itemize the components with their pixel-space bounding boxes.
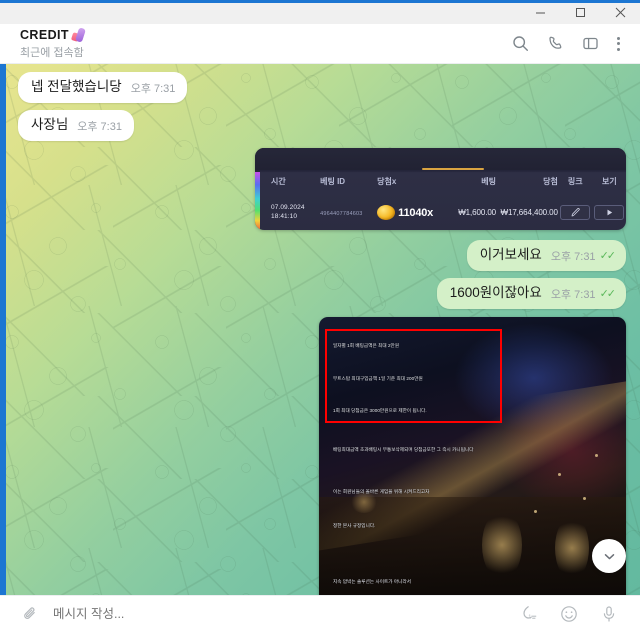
message-composer: 1 xyxy=(0,595,640,631)
photo-text-line: 이는 회원님들의 올바른 게임을 위해 시켜드리고자 xyxy=(333,488,430,494)
message-row: 넵 전달했습니당 오후 7:31 xyxy=(18,72,626,103)
window-close-button[interactable] xyxy=(600,0,640,24)
column-header-link: 링크 xyxy=(567,177,583,187)
message-list: 넵 전달했습니당 오후 7:31 사장님 오후 7:31 시간 베팅 ID 당첨… xyxy=(0,64,640,595)
photo-spark xyxy=(533,509,537,513)
message-time: 오후 7:31 xyxy=(550,250,596,263)
search-icon[interactable] xyxy=(512,35,529,52)
message-meta: 오후 7:31 ✓✓ xyxy=(550,286,617,302)
more-vertical-icon[interactable] xyxy=(617,36,620,51)
sidebar-toggle-icon[interactable] xyxy=(582,35,599,52)
credit-logo-icon xyxy=(70,26,88,43)
bet-table-header: 시간 베팅 ID 당첨x 베팅 당첨 링크 보기 xyxy=(255,170,626,194)
chevron-down-icon xyxy=(604,553,614,559)
message-bubble-incoming[interactable]: 사장님 오후 7:31 xyxy=(18,109,134,141)
column-header-multiplier: 당첨x xyxy=(377,177,397,187)
cell-multiplier: 11040x xyxy=(377,205,447,221)
message-time: 오후 7:31 xyxy=(77,120,122,133)
edit-pen-icon[interactable] xyxy=(560,205,591,221)
chat-title-row: CREDIT xyxy=(20,26,512,43)
cell-timestamp: 07.09.2024 18:41:10 xyxy=(255,204,320,222)
message-time: 오후 7:31 xyxy=(130,82,176,95)
column-header-win: 당첨 xyxy=(543,177,558,187)
bet-date: 07.09.2024 xyxy=(271,203,305,211)
message-row: 사장님 오후 7:31 xyxy=(18,109,626,141)
column-header-bet-id: 베팅 ID xyxy=(320,177,346,187)
photo-text-line: 지속 압박는 솔루션는 사이트가 아니라서 xyxy=(333,578,412,584)
message-bubble-incoming[interactable]: 넵 전달했습니당 오후 7:31 xyxy=(18,72,188,103)
phone-icon[interactable] xyxy=(547,35,564,52)
page-title: CREDIT xyxy=(20,27,69,42)
photo-attachment[interactable]: 일자별 1회 배팅금액은 최대 2만원 부트스탑 최대구입금액 1일 기준 최대… xyxy=(319,316,626,595)
left-accent-strip xyxy=(0,64,6,595)
multiplier-value: 11040x xyxy=(398,206,434,219)
play-icon[interactable] xyxy=(594,205,625,221)
message-bubble-outgoing[interactable]: 1600원이잖아요 오후 7:31 ✓✓ xyxy=(436,277,626,309)
message-meta: 오후 7:31 ✓✓ xyxy=(550,248,617,264)
chat-header-info[interactable]: CREDIT 최근에 접속함 xyxy=(0,26,512,60)
message-bubble-outgoing[interactable]: 이거보세요 오후 7:31 ✓✓ xyxy=(466,239,626,271)
cell-bet-amount: ₩1,600.00 xyxy=(458,208,497,218)
cell-view-action[interactable] xyxy=(593,205,626,221)
cell-win-amount: ₩17,664,400.00 xyxy=(500,208,558,218)
bet-id-value: 4964407784603 xyxy=(320,211,363,218)
read-receipt-icon: ✓✓ xyxy=(599,288,617,300)
bet-time: 18:41:10 xyxy=(271,212,298,220)
bet-panel-row: 시간 베팅 ID 당첨x 베팅 당첨 링크 보기 07.09.2024 18:4… xyxy=(18,147,626,230)
chat-message-area[interactable]: 넵 전달했습니당 오후 7:31 사장님 오후 7:31 시간 베팅 ID 당첨… xyxy=(0,64,640,595)
chat-header: CREDIT 최근에 접속함 xyxy=(0,24,640,64)
message-text: 이거보세요 xyxy=(479,246,542,262)
message-meta: 오후 7:31 xyxy=(131,80,176,96)
message-text: 사장님 xyxy=(31,116,69,132)
chat-status-text: 최근에 접속함 xyxy=(20,46,84,59)
photo-text-line: 부트스탑 최대구입금액 1일 기준 최대 200만원 xyxy=(333,375,423,381)
message-text: 1600원이잖아요 xyxy=(449,284,542,300)
telegram-chat-window: CREDIT 최근에 접속함 넵 전달했습니당 오후 7:31 사장님 오후 7… xyxy=(0,0,640,631)
bet-table-row[interactable]: 07.09.2024 18:41:10 4964407784603 11040x xyxy=(255,196,626,230)
message-text: 넵 전달했습니당 xyxy=(31,79,122,94)
composer-actions: 1 xyxy=(520,605,640,623)
photo-text-line: 일자별 1회 배팅금액은 최대 2만원 xyxy=(333,342,400,348)
message-time: 오후 7:31 xyxy=(550,288,596,301)
column-header-time: 시간 xyxy=(271,177,286,187)
scroll-to-bottom-button[interactable] xyxy=(592,539,626,573)
photo-text-line: 정한 본사 규정입니다. xyxy=(333,522,376,528)
read-receipt-icon: ✓✓ xyxy=(599,250,617,263)
bet-history-panel[interactable]: 시간 베팅 ID 당첨x 베팅 당첨 링크 보기 07.09.2024 18:4… xyxy=(255,147,626,230)
bet-panel-topbar xyxy=(255,147,626,170)
message-input[interactable] xyxy=(53,606,520,621)
column-header-view: 보기 xyxy=(601,177,617,187)
microphone-icon[interactable] xyxy=(600,605,618,623)
svg-text:1: 1 xyxy=(528,614,531,620)
message-row: 이거보세요 오후 7:31 ✓✓ xyxy=(18,239,626,271)
message-row: 1600원이잖아요 오후 7:31 ✓✓ xyxy=(18,277,626,309)
photo-text-line: 1회 최대 당첨금은 3000만원으로 제한이 됩니다. xyxy=(333,407,427,413)
photo-text-line: 배팅최대금액 초과배팅시 무통보삭제되며 당첨금또한 그 즉시 카니됩니다 xyxy=(333,446,474,452)
emoji-smiley-icon[interactable] xyxy=(560,605,578,623)
coin-icon xyxy=(377,205,396,221)
self-destruct-timer-icon[interactable]: 1 xyxy=(520,605,538,623)
paperclip-icon[interactable] xyxy=(22,605,39,622)
photo-message-row: 일자별 1회 배팅금액은 최대 2만원 부트스탑 최대구입금액 1일 기준 최대… xyxy=(18,316,626,595)
window-maximize-button[interactable] xyxy=(560,0,600,24)
window-minimize-button[interactable] xyxy=(520,0,560,24)
cell-bet-id: 4964407784603 xyxy=(320,208,377,217)
photo-lamp xyxy=(481,509,522,580)
message-meta: 오후 7:31 xyxy=(77,118,122,134)
column-header-bet: 베팅 xyxy=(481,177,497,187)
titlebar-accent-line xyxy=(0,0,640,3)
photo-lamp xyxy=(349,491,378,514)
cell-link-action[interactable] xyxy=(558,205,593,221)
window-titlebar xyxy=(0,0,640,24)
chat-header-actions xyxy=(512,35,640,52)
